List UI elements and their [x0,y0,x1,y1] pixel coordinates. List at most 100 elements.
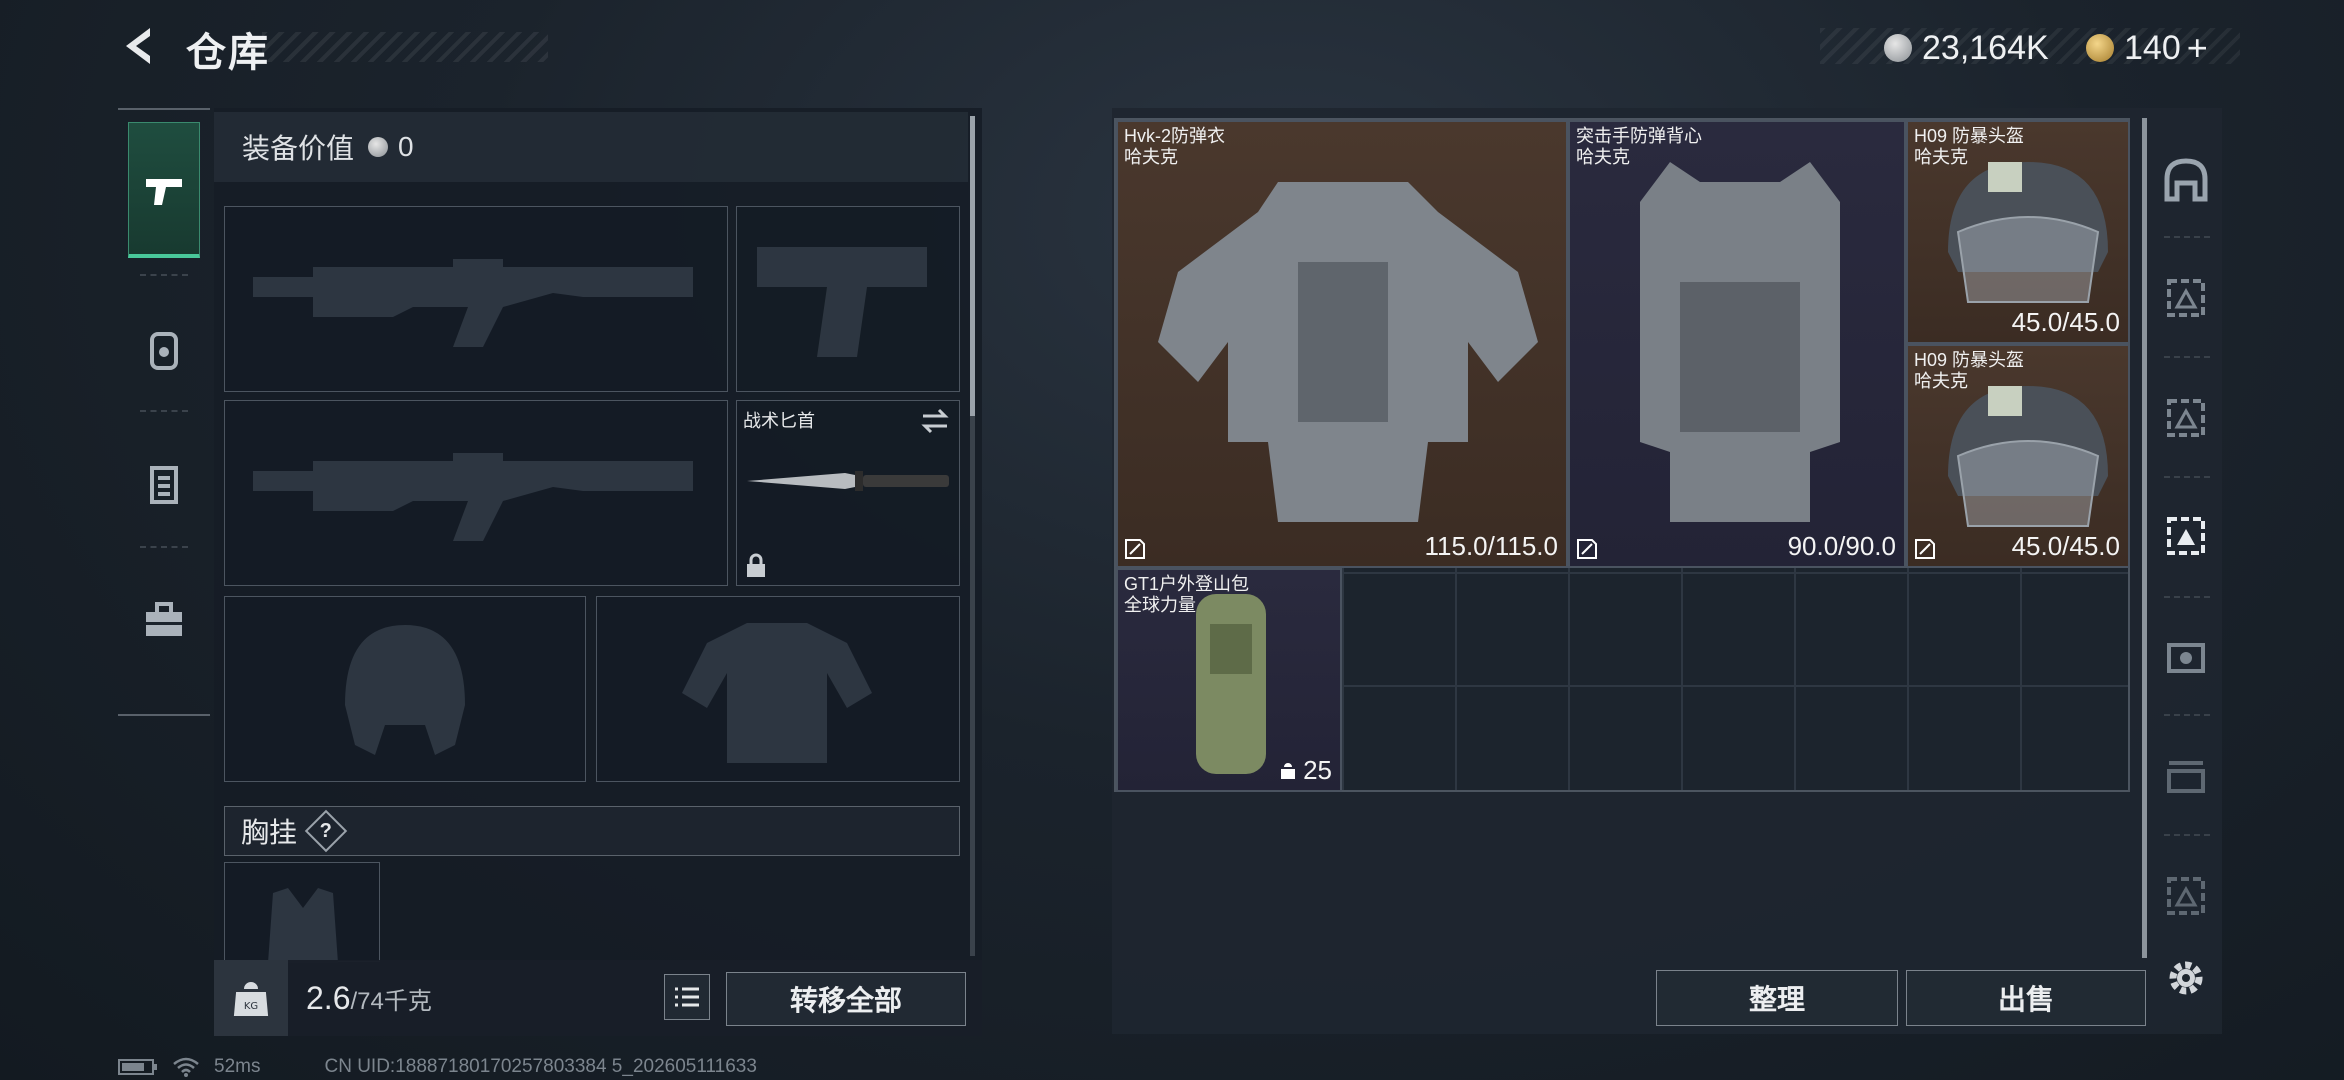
category-tabs [118,108,210,716]
armor-filter-4-icon [2167,643,2205,673]
silver-coin-icon [368,137,389,157]
item-h09-helmet-1[interactable]: H09 防暴头盔 哈夫克 45.0/45.0 [1906,120,2130,344]
tab-armor-filter-4[interactable] [2158,628,2214,684]
helmet-placeholder-icon [345,625,465,755]
equipment-value: 0 [398,131,414,162]
helmet-filter-icon [2164,158,2208,202]
pistol-placeholder-icon [757,247,927,357]
svg-text:KG: KG [244,1001,258,1012]
sell-button[interactable]: 出售 [1906,970,2146,1026]
helmet-slot[interactable] [224,596,586,782]
capacity-icon [1281,762,1296,779]
help-icon[interactable]: ? [304,809,348,853]
tab-armor-filter-1[interactable] [2158,270,2214,326]
tactical-knife-image [747,471,949,491]
item-capacity: 25 [1279,755,1332,786]
silver-currency: 23,164K [1884,28,2049,68]
gold-currency[interactable]: 140 + [2086,27,2208,69]
equipment-value-bar: 装备价值 0 [214,112,968,182]
rifle-placeholder-icon [253,259,693,347]
lock-icon [747,553,765,577]
armor-placeholder-icon [682,623,872,763]
tab-armor-filter-6[interactable] [2158,868,2214,924]
weight-max: /74千克 [350,988,432,1015]
weight-current: 2.6 [306,980,351,1016]
tab-armor-filter-3[interactable] [2158,508,2214,564]
armor-filter-1-icon [2167,279,2205,317]
armor-filter-2-icon [2167,399,2205,437]
silver-amount: 23,164K [1922,28,2049,67]
plate-carrier-image [1640,162,1840,522]
tab-toolbox[interactable] [128,552,200,688]
equipment-scrollbar[interactable] [970,116,975,956]
primary-weapon-slot[interactable] [224,206,728,392]
item-h09-helmet-2[interactable]: H09 防暴头盔 哈夫克 45.0/45.0 [1906,344,2130,568]
chest-rig-slot[interactable] [224,862,380,963]
item-durability: 90.0/90.0 [1787,531,1896,561]
swap-icon[interactable] [919,407,951,435]
armor-filter-6-icon [2167,877,2205,915]
add-gold-button[interactable]: + [2187,27,2208,69]
tab-helmet-filter[interactable] [2158,152,2214,208]
item-durability: 45.0/45.0 [2011,307,2120,337]
knife-slot[interactable]: 战术匕首 [736,400,960,586]
armor-filter-5-icon [2167,761,2205,793]
item-hvk2-armor[interactable]: Hvk-2防弹衣 哈夫克 115.0/115.0 [1116,120,1568,568]
sort-button[interactable]: 整理 [1656,970,1898,1026]
pistol-icon [146,178,182,205]
title-decoration [262,32,548,62]
user-id: CN UID:18887180170257803384 5_2026051116… [324,1056,757,1077]
item-name: GT1户外登山包 全球力量 [1124,574,1250,615]
item-gt1-backpack[interactable]: GT1户外登山包 全球力量 25 [1116,568,1342,792]
ping-readout: 52ms [214,1056,261,1077]
item-name: 突击手防弹背心 哈夫克 [1576,126,1702,167]
transfer-all-button[interactable]: 转移全部 [726,972,966,1026]
battery-icon [118,1059,157,1075]
storage-scrollbar[interactable] [2142,118,2147,958]
chest-rig-section-header: 胸挂 ? [224,806,960,856]
armor-filter-3-icon [2167,517,2205,555]
riot-helmet-image [1948,162,2108,303]
item-name: H09 防暴头盔 哈夫克 [1914,126,2025,167]
weight-readout: 2.6 /74千克 [306,980,432,1017]
item-durability: 45.0/45.0 [2011,531,2120,561]
secondary-weapon-slot[interactable] [224,400,728,586]
weight-icon: KG [233,982,269,1016]
status-bar: 52ms CN UID:18887180170257803384 5_20260… [118,1056,757,1078]
tab-armor-filter-5[interactable] [2158,748,2214,804]
backpack-icon [150,332,178,370]
tab-backpack[interactable] [128,282,200,418]
gear-icon [2169,961,2203,995]
list-view-button[interactable] [664,974,710,1020]
body-armor-slot[interactable] [596,596,960,782]
tab-vest[interactable] [128,416,200,552]
item-name: H09 防暴头盔 哈夫克 [1914,350,2025,391]
item-durability: 115.0/115.0 [1424,531,1559,561]
wifi-icon [173,1057,199,1077]
page-title: 仓库 [186,31,270,75]
toolbox-icon [146,602,182,636]
item-name: Hvk-2防弹衣 哈夫克 [1124,126,1226,167]
pistol-slot[interactable] [736,206,960,392]
chest-rig-label: 胸挂 [241,817,298,848]
vest-icon [150,466,178,504]
tab-weapons[interactable] [128,122,200,258]
list-icon [675,987,699,1007]
gold-coin-icon [2086,34,2114,62]
back-icon[interactable] [118,24,162,68]
insured-icon [1915,539,1935,559]
insured-icon [1125,539,1145,559]
knife-label: 战术匕首 [743,411,815,431]
chest-rig-placeholder-icon [268,888,338,963]
rifle-placeholder-icon [253,453,693,541]
gold-amount: 140 [2124,28,2181,67]
body-armor-image [1158,182,1538,522]
tab-armor-filter-2[interactable] [2158,390,2214,446]
item-assault-vest[interactable]: 突击手防弹背心 哈夫克 90.0/90.0 [1568,120,1906,568]
riot-helmet-image [1948,386,2108,527]
silver-coin-icon [1884,34,1912,62]
insured-icon [1577,539,1597,559]
settings-button[interactable] [2158,950,2214,1006]
weight-icon-box: KG [214,960,288,1036]
equipment-value-label: 装备价值 [242,133,355,164]
